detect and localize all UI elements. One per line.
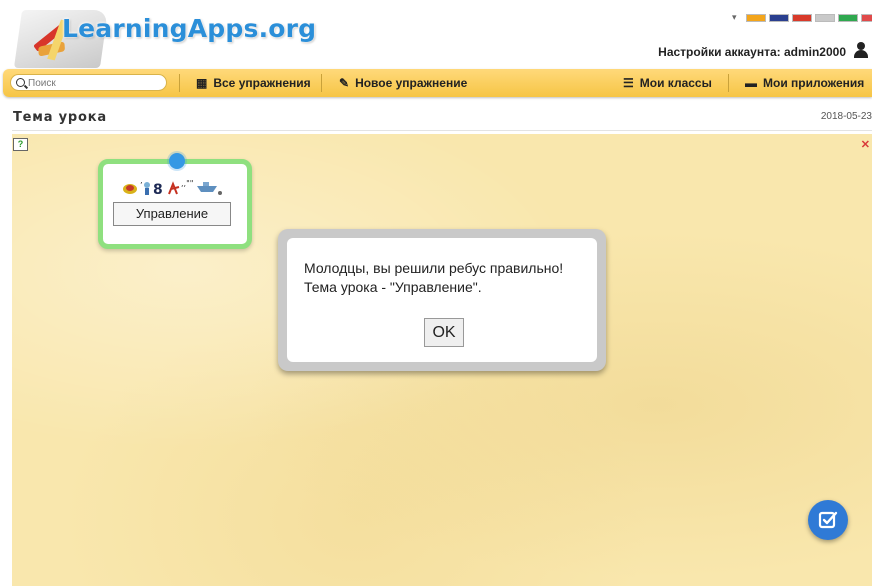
app-canvas: ? ✕ ’ 8 ,,"" Управление Молодцы, вы реши… bbox=[12, 134, 872, 586]
header: LearningApps.org ▾ Настройки аккаунта: a… bbox=[0, 0, 872, 70]
nav-divider bbox=[321, 74, 322, 92]
flag-icon[interactable] bbox=[860, 13, 872, 22]
fullscreen-icon[interactable]: ✕ bbox=[861, 138, 870, 151]
nav-new-exercise[interactable]: ✎ Новое упражнение bbox=[339, 69, 467, 97]
checkbox-check-icon bbox=[818, 511, 838, 529]
nav-my-apps-label: Мои приложения bbox=[763, 76, 865, 90]
flag-icon[interactable] bbox=[768, 13, 789, 22]
dialog-message-line1: Молодцы, вы решили ребус правильно! bbox=[304, 260, 564, 276]
check-button[interactable] bbox=[808, 500, 848, 540]
page-title: Тема урока bbox=[13, 110, 107, 125]
nav-all-exercises[interactable]: ▦ Все упражнения bbox=[196, 69, 311, 97]
user-icon[interactable] bbox=[852, 41, 870, 59]
svg-text:8: 8 bbox=[153, 182, 163, 196]
success-dialog: Молодцы, вы решили ребус правильно! Тема… bbox=[278, 229, 606, 371]
search-input[interactable]: Поиск bbox=[10, 74, 167, 91]
rebus-image: ’ 8 ,,"" bbox=[121, 178, 233, 196]
grid-icon: ▦ bbox=[196, 76, 208, 90]
drag-pin-handle[interactable] bbox=[169, 153, 185, 169]
pencil-icon: ✎ bbox=[339, 76, 350, 90]
nav-all-exercises-label: Все упражнения bbox=[213, 76, 311, 90]
nav-new-exercise-label: Новое упражнение bbox=[355, 76, 468, 90]
rebus-card[interactable]: ’ 8 ,,"" Управление bbox=[98, 153, 252, 249]
flag-icon[interactable] bbox=[745, 13, 766, 22]
account-settings-link[interactable]: Настройки аккаунта: admin2000 bbox=[658, 45, 846, 59]
dialog-message-line2: Тема урока - "Управление". bbox=[304, 279, 482, 295]
folder-icon: ▬ bbox=[745, 76, 757, 90]
flag-icon[interactable] bbox=[791, 13, 812, 22]
flag-icon[interactable] bbox=[814, 13, 835, 22]
help-icon[interactable]: ? bbox=[13, 138, 28, 151]
svg-text:’: ’ bbox=[140, 181, 143, 190]
nav-divider bbox=[179, 74, 180, 92]
site-logo[interactable]: LearningApps.org bbox=[62, 14, 316, 43]
nav-my-classes-label: Мои классы bbox=[639, 76, 712, 90]
list-icon: ☰ bbox=[623, 76, 634, 90]
language-flags: ▾ bbox=[732, 12, 872, 23]
nav-divider bbox=[728, 74, 729, 92]
nav-my-classes[interactable]: ☰ Мои классы bbox=[623, 69, 712, 97]
search-icon bbox=[16, 78, 25, 87]
navbar: Поиск ▦ Все упражнения ✎ Новое упражнение … bbox=[3, 69, 872, 97]
divider bbox=[12, 130, 872, 131]
chevron-down-icon[interactable]: ▾ bbox=[732, 12, 737, 23]
search-placeholder: Поиск bbox=[28, 78, 56, 89]
rebus-picture-icon: ’ 8 ,,"" bbox=[123, 179, 222, 196]
page-date: 2018-05-23 bbox=[820, 111, 872, 122]
rebus-answer: Управление bbox=[113, 202, 231, 226]
svg-text:,,"": ,,"" bbox=[181, 179, 193, 188]
nav-my-apps[interactable]: ▬ Мои приложения bbox=[745, 69, 864, 97]
dialog-message: Молодцы, вы решили ребус правильно! Тема… bbox=[304, 259, 563, 297]
dialog-body: Молодцы, вы решили ребус правильно! Тема… bbox=[287, 238, 597, 362]
flag-icon[interactable] bbox=[837, 13, 858, 22]
ok-button[interactable]: OK bbox=[424, 318, 464, 347]
